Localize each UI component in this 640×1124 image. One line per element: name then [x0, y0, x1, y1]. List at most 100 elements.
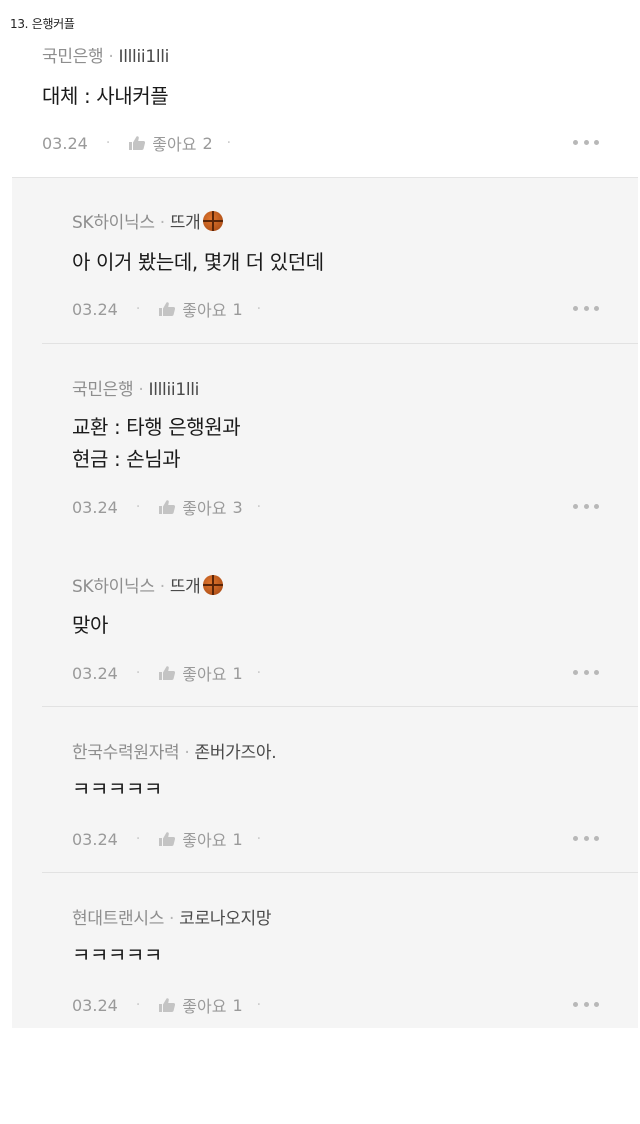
comment-date: 03.24 — [42, 133, 88, 153]
footer-separator: · — [256, 831, 262, 847]
thumbs-up-icon — [159, 666, 176, 680]
like-label: 좋아요 — [182, 831, 227, 850]
comment-line: 아 이거 봤는데, 몇개 더 있던데 — [72, 250, 324, 274]
like-label: 좋아요 — [152, 135, 197, 154]
comment-body: 맞아 — [72, 609, 108, 641]
like-count: 1 — [232, 663, 243, 683]
basketball-emoji-icon — [202, 575, 223, 595]
more-options-button[interactable] — [573, 304, 599, 312]
more-options-button[interactable] — [573, 138, 599, 146]
company-name[interactable]: 현대트랜시스 — [72, 909, 164, 929]
more-dots-icon — [573, 305, 578, 311]
comment-line: 대체 : 사내커플 — [42, 84, 169, 108]
comment-body: 교환 : 타행 은행원과 현금 : 손님과 — [72, 411, 241, 475]
like-count: 3 — [232, 497, 243, 517]
like-button[interactable]: 좋아요 1 — [158, 827, 243, 851]
company-name[interactable]: SK하이닉스 — [72, 213, 155, 233]
footer-separator: · — [256, 499, 262, 515]
comment-line: 교환 : 타행 은행원과 — [72, 415, 241, 439]
like-count: 1 — [232, 995, 243, 1015]
comment-body: ㅋㅋㅋㅋㅋ — [72, 773, 162, 805]
comment-date: 03.24 — [72, 995, 118, 1015]
comment-meta: SK하이닉스 · 뜨개 — [72, 572, 223, 597]
like-label: 좋아요 — [182, 499, 227, 518]
comment-footer: 03.24 · 좋아요 3 · — [72, 495, 261, 519]
comment-date: 03.24 — [72, 299, 118, 319]
comment-body: 아 이거 봤는데, 몇개 더 있던데 — [72, 246, 324, 278]
company-name[interactable]: 국민은행 — [72, 380, 134, 400]
meta-separator: · — [159, 213, 165, 233]
like-label: 좋아요 — [182, 665, 227, 684]
more-options-button[interactable] — [573, 1000, 599, 1008]
footer-separator: · — [256, 665, 262, 681]
more-dots-icon — [573, 835, 578, 841]
like-label: 좋아요 — [182, 301, 227, 320]
reply-divider — [42, 343, 638, 344]
comment-meta: 국민은행 · Illlii1lli — [42, 42, 169, 67]
footer-separator: · — [135, 301, 141, 317]
company-name[interactable]: 한국수력원자력 — [72, 743, 180, 763]
thumbs-up-icon — [159, 998, 176, 1012]
company-name[interactable]: 국민은행 — [42, 47, 104, 67]
like-button[interactable]: 좋아요 1 — [158, 661, 243, 685]
comment-date: 03.24 — [72, 497, 118, 517]
comment-body: ㅋㅋㅋㅋㅋ — [72, 939, 162, 971]
more-options-button[interactable] — [573, 834, 599, 842]
footer-separator: · — [135, 997, 141, 1013]
thumbs-up-icon — [129, 136, 146, 150]
more-dots-icon — [573, 503, 578, 509]
meta-separator: · — [169, 909, 175, 929]
basketball-emoji-icon — [202, 211, 223, 231]
nickname[interactable]: 뜨개 — [170, 577, 201, 597]
footer-separator: · — [256, 997, 262, 1013]
footer-separator: · — [226, 135, 232, 151]
comment-line: ㅋㅋㅋㅋㅋ — [72, 777, 162, 801]
comment-body: 대체 : 사내커플 — [42, 80, 169, 112]
comment-line: 맞아 — [72, 613, 108, 637]
like-button[interactable]: 좋아요 1 — [158, 993, 243, 1017]
nickname[interactable]: Illlii1lli — [118, 47, 169, 67]
reply-divider — [42, 872, 638, 873]
comment-meta: 현대트랜시스 · 코로나오지망 — [72, 904, 272, 929]
company-name[interactable]: SK하이닉스 — [72, 577, 155, 597]
thumbs-up-icon — [159, 832, 176, 846]
footer-separator: · — [135, 665, 141, 681]
nickname[interactable]: Illlii1lli — [148, 380, 199, 400]
thumbs-up-icon — [159, 302, 176, 316]
comment-date: 03.24 — [72, 829, 118, 849]
comment-line: ㅋㅋㅋㅋㅋ — [72, 943, 162, 967]
comment-footer: 03.24 · 좋아요 2 · — [42, 131, 231, 155]
post-title: 13. 은행커플 — [10, 17, 75, 31]
more-dots-icon — [573, 139, 578, 145]
comment-footer: 03.24 · 좋아요 1 · — [72, 297, 261, 321]
nickname[interactable]: 뜨개 — [170, 213, 201, 233]
comment-footer: 03.24 · 좋아요 1 · — [72, 993, 261, 1017]
nickname[interactable]: 존버가즈아. — [195, 743, 277, 763]
footer-separator: · — [105, 135, 111, 151]
like-button[interactable]: 좋아요 3 — [158, 495, 243, 519]
meta-separator: · — [108, 47, 114, 67]
like-button[interactable]: 좋아요 2 — [128, 131, 213, 155]
footer-separator: · — [135, 499, 141, 515]
thumbs-up-icon — [159, 500, 176, 514]
like-count: 2 — [202, 133, 213, 153]
footer-separator: · — [135, 831, 141, 847]
like-count: 1 — [232, 829, 243, 849]
meta-separator: · — [138, 380, 144, 400]
comment-meta: 국민은행 · Illlii1lli — [72, 375, 199, 400]
meta-separator: · — [184, 743, 190, 763]
comment-footer: 03.24 · 좋아요 1 · — [72, 827, 261, 851]
like-button[interactable]: 좋아요 1 — [158, 297, 243, 321]
more-dots-icon — [573, 669, 578, 675]
more-options-button[interactable] — [573, 668, 599, 676]
like-count: 1 — [232, 299, 243, 319]
reply-divider — [42, 706, 638, 707]
more-options-button[interactable] — [573, 502, 599, 510]
like-label: 좋아요 — [182, 997, 227, 1016]
comment-meta: 한국수력원자력 · 존버가즈아. — [72, 738, 277, 763]
comment-line: 현금 : 손님과 — [72, 447, 181, 471]
comment-footer: 03.24 · 좋아요 1 · — [72, 661, 261, 685]
nickname[interactable]: 코로나오지망 — [179, 909, 271, 929]
comment-date: 03.24 — [72, 663, 118, 683]
meta-separator: · — [159, 577, 165, 597]
